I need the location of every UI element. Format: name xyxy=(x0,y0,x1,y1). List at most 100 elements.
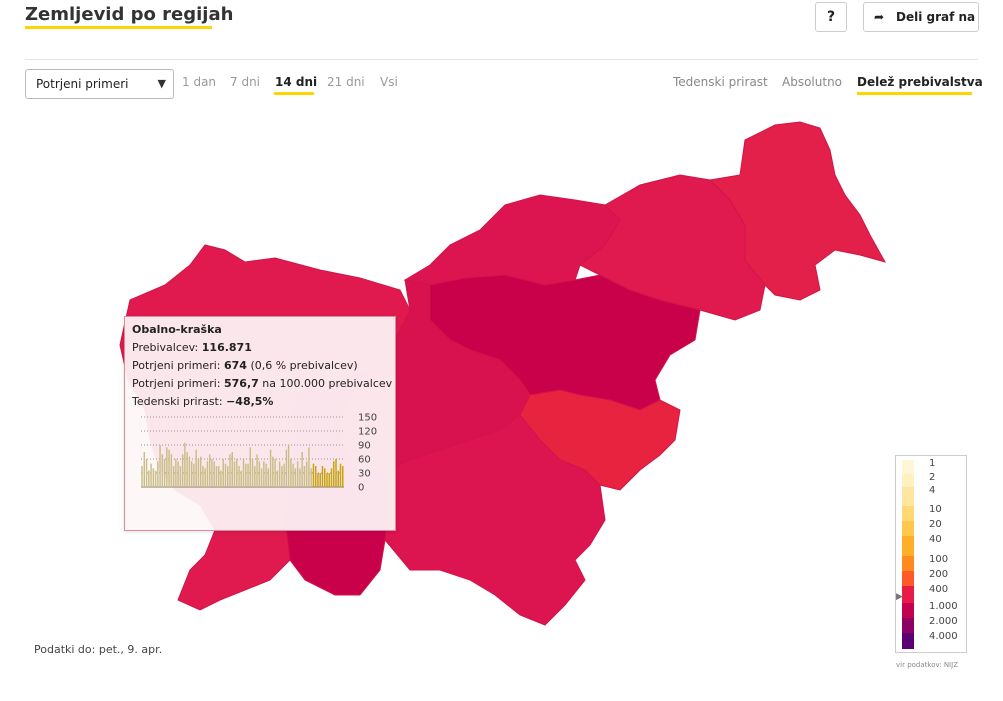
legend-pointer-icon: ▶ xyxy=(896,592,903,602)
range-7-days[interactable]: 7 dni xyxy=(230,75,260,89)
chart-bar xyxy=(265,463,267,487)
chart-bar xyxy=(238,466,240,487)
chart-bar xyxy=(242,459,245,487)
chart-bar xyxy=(195,449,197,487)
chart-bar xyxy=(224,463,227,487)
chart-bar xyxy=(208,454,211,487)
mode-population-share[interactable]: Delež prebivalstva xyxy=(857,75,983,89)
chart-bar xyxy=(296,461,299,487)
chart-bar xyxy=(141,466,143,487)
chart-bar xyxy=(166,447,168,487)
population-label: Prebivalcev: xyxy=(132,341,199,354)
active-mode-underline xyxy=(857,92,972,95)
header-divider xyxy=(25,59,978,60)
chart-bar xyxy=(285,449,288,487)
share-arrow-icon: ➦ xyxy=(874,10,885,24)
chart-bar xyxy=(278,461,281,487)
tooltip-title: Obalno-kraška xyxy=(132,323,222,336)
chart-bar xyxy=(342,466,344,487)
tooltip-growth: Tedenski prirast: −48,5% xyxy=(132,395,273,408)
chart-bar xyxy=(269,449,272,487)
legend-label: 40 xyxy=(929,534,942,545)
chart-bar xyxy=(337,470,339,487)
help-button[interactable]: ? xyxy=(815,2,847,32)
legend-label: 100 xyxy=(929,554,949,565)
range-21-days[interactable]: 21 dni xyxy=(327,75,365,89)
chart-y-tick-label: 120 xyxy=(358,427,377,438)
page-title: Zemljevid po regijah xyxy=(25,4,234,25)
mode-weekly-growth[interactable]: Tedenski prirast xyxy=(673,75,768,89)
chart-bar xyxy=(305,461,308,487)
share-button-label: Deli graf na xyxy=(896,10,976,24)
chart-bar xyxy=(157,461,159,487)
chart-bar xyxy=(330,468,333,487)
range-1-day[interactable]: 1 dan xyxy=(182,75,216,89)
chart-bar xyxy=(249,447,252,487)
chart-bar xyxy=(170,454,173,487)
legend-color-swatch xyxy=(902,571,914,586)
metric-select[interactable]: Potrjeni primeri ▼ xyxy=(25,69,174,99)
active-range-underline xyxy=(274,92,314,95)
range-14-days[interactable]: 14 dni xyxy=(275,75,317,89)
legend-label: 200 xyxy=(929,569,949,580)
chart-bar xyxy=(215,466,218,487)
data-date-note: Podatki do: pet., 9. apr. xyxy=(34,643,163,656)
chart-bar xyxy=(233,461,236,487)
chart-bar xyxy=(148,470,150,487)
chart-bar xyxy=(231,452,233,487)
chart-bar xyxy=(254,466,256,487)
legend-label: 1 xyxy=(929,458,936,469)
chart-bar xyxy=(319,473,321,487)
legend-color-swatch xyxy=(902,487,914,506)
range-all[interactable]: Vsi xyxy=(380,75,398,89)
chart-bar xyxy=(181,454,184,487)
tooltip-bar-chart: 0 30 60 90 120 150 xyxy=(141,413,377,493)
legend-color-swatch xyxy=(902,633,914,649)
tooltip-confirmed: Potrjeni primeri: 674 (0,6 % prebivalcev… xyxy=(132,359,358,372)
chart-bar xyxy=(154,470,157,487)
chart-bar xyxy=(267,468,270,487)
chart-bar xyxy=(294,468,297,487)
chart-bar xyxy=(172,466,175,487)
chart-bar xyxy=(220,470,222,487)
share-button[interactable]: ➦ Deli graf na xyxy=(863,2,979,32)
chart-bar xyxy=(299,468,301,487)
legend-color-swatch xyxy=(902,556,914,571)
confirmed-label: Potrjeni primeri: xyxy=(132,359,221,372)
chart-bar xyxy=(245,463,247,487)
mode-absolute[interactable]: Absolutno xyxy=(782,75,842,89)
chart-bar xyxy=(227,466,229,487)
chart-bar xyxy=(314,466,317,487)
chart-bar xyxy=(281,466,283,487)
chart-bar xyxy=(204,468,206,487)
region-gorenjska[interactable] xyxy=(403,194,621,286)
metric-select-value: Potrjeni primeri xyxy=(36,77,129,91)
chevron-down-icon: ▼ xyxy=(157,77,166,90)
chart-bar xyxy=(310,468,312,487)
chart-bar xyxy=(150,463,152,487)
chart-bar xyxy=(213,461,215,487)
chart-bar xyxy=(145,459,148,487)
confirmed-percent: (0,6 % prebivalcev) xyxy=(250,359,358,372)
chart-bar xyxy=(333,461,335,487)
chart-bar xyxy=(188,456,191,487)
chart-bar xyxy=(301,452,303,487)
chart-bar xyxy=(317,473,319,487)
chart-bar xyxy=(328,473,330,487)
legend-label: 4.000 xyxy=(929,631,958,642)
chart-bar xyxy=(312,463,315,487)
legend-color-swatch xyxy=(902,536,914,556)
data-source: vir podatkov: NIJZ xyxy=(896,661,958,669)
chart-bar xyxy=(292,463,294,487)
chart-bar xyxy=(177,461,179,487)
chart-y-tick-label: 90 xyxy=(358,441,371,452)
chart-bar xyxy=(276,470,279,487)
chart-y-tick-label: 150 xyxy=(358,413,377,424)
chart-bar xyxy=(190,461,193,487)
legend-color-swatch xyxy=(902,460,914,474)
legend-color-swatch xyxy=(902,506,914,521)
chart-bar xyxy=(321,466,324,487)
per100k-value: 576,7 xyxy=(223,377,259,390)
per100k-suffix: na 100.000 prebivalcev xyxy=(262,377,393,390)
growth-label: Tedenski prirast: xyxy=(132,395,223,408)
